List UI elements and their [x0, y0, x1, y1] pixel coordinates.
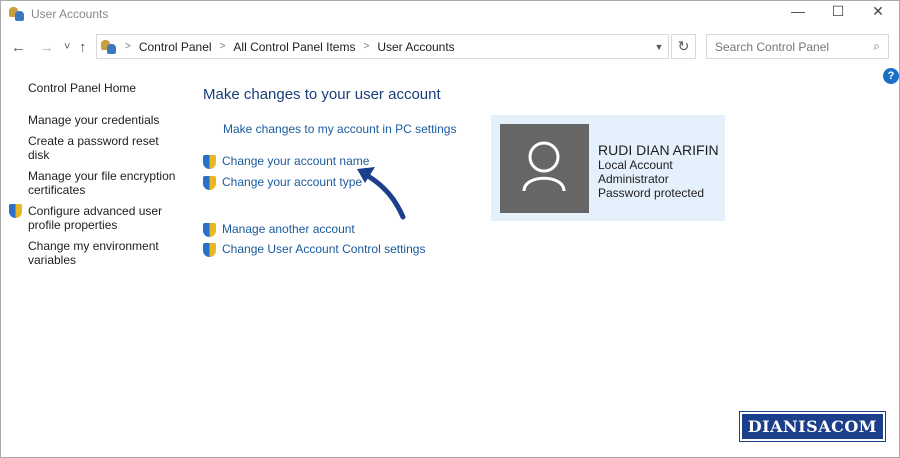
avatar: [500, 124, 589, 213]
page-title: Make changes to your user account: [203, 86, 441, 103]
sidebar-environment-variables[interactable]: Change my environment variables: [28, 239, 178, 267]
account-password-status: Password protected: [598, 186, 705, 200]
change-account-type-link[interactable]: Change your account type: [203, 175, 362, 190]
maximize-button[interactable]: ☐: [823, 3, 853, 20]
arrow-annotation-icon: [357, 167, 406, 220]
breadcrumb-all-items[interactable]: All Control Panel Items: [233, 40, 355, 54]
back-button[interactable]: ←: [11, 39, 26, 56]
recent-locations-button[interactable]: ˅: [64, 41, 70, 53]
sidebar-manage-credentials[interactable]: Manage your credentials: [28, 113, 178, 127]
uac-settings-link[interactable]: Change User Account Control settings: [203, 242, 425, 257]
forward-button[interactable]: →: [39, 39, 54, 56]
sidebar: Control Panel Home Manage your credentia…: [9, 81, 178, 267]
sidebar-password-reset-disk[interactable]: Create a password reset disk: [28, 134, 178, 162]
minimize-button[interactable]: —: [783, 3, 813, 19]
sidebar-file-encryption[interactable]: Manage your file encryption certificates: [28, 169, 178, 197]
manage-another-account-link[interactable]: Manage another account: [203, 222, 355, 237]
window-title: User Accounts: [9, 7, 108, 21]
close-button[interactable]: ✕: [863, 3, 893, 20]
change-account-name-link[interactable]: Change your account name: [203, 154, 369, 169]
search-input[interactable]: Search Control Panel ⌕: [706, 34, 889, 59]
shield-icon: [9, 204, 22, 218]
sidebar-advanced-profile[interactable]: Configure advanced user profile properti…: [9, 204, 178, 232]
breadcrumb-control-panel[interactable]: Control Panel: [139, 40, 212, 54]
shield-icon: [203, 175, 216, 190]
up-button[interactable]: ↑: [79, 39, 87, 56]
watermark-logo: DIANISACOM: [738, 411, 887, 442]
account-type: Local Account: [598, 158, 673, 172]
address-bar[interactable]: > Control Panel > All Control Panel Items …: [96, 34, 669, 59]
help-icon[interactable]: ?: [883, 68, 899, 84]
user-accounts-icon: [9, 7, 25, 21]
sidebar-control-panel-home[interactable]: Control Panel Home: [28, 81, 178, 95]
control-panel-icon: [101, 39, 117, 54]
user-icon: [522, 141, 566, 192]
address-dropdown-icon[interactable]: ▼: [649, 34, 669, 59]
shield-icon: [203, 242, 216, 257]
shield-icon: [203, 154, 216, 169]
account-name: RUDI DIAN ARIFIN: [598, 142, 719, 158]
search-icon: ⌕: [873, 39, 880, 53]
shield-icon: [203, 222, 216, 237]
account-role: Administrator: [598, 172, 669, 186]
account-card: RUDI DIAN ARIFIN Local Account Administr…: [491, 115, 725, 221]
refresh-button[interactable]: ↻: [671, 34, 696, 59]
breadcrumb-user-accounts[interactable]: User Accounts: [377, 40, 454, 54]
pc-settings-link[interactable]: Make changes to my account in PC setting…: [223, 122, 456, 136]
